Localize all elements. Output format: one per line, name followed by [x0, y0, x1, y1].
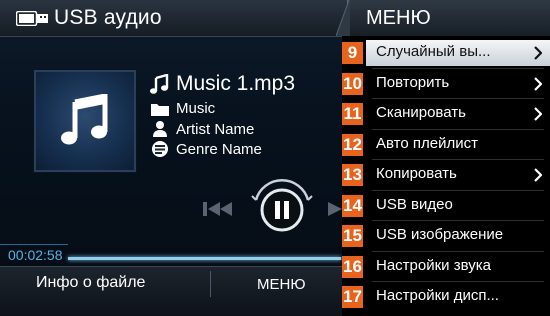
album-art	[34, 70, 136, 172]
menu-panel: 9 Случайный вы... 10 Повторить 11 Сканировать…	[342, 36, 550, 316]
menu-item-label: Повторить	[376, 73, 450, 91]
menu-item[interactable]: 13 Копировать	[342, 160, 550, 190]
menu-tab[interactable]: МЕНЮ	[212, 267, 347, 316]
menu-item-label: Настройки звука	[376, 256, 491, 274]
menu-header: МЕНЮ	[336, 0, 550, 36]
menu-item-number: 9	[342, 42, 363, 64]
music-note-icon	[61, 94, 108, 145]
menu-item[interactable]: 9 Случайный вы...	[342, 38, 550, 68]
genre-row: Genre Name	[150, 140, 262, 158]
menu-item-number: 15	[342, 225, 363, 247]
menu-item-label: Случайный вы...	[376, 43, 491, 60]
menu-item[interactable]: 14 USB видео	[342, 191, 550, 221]
menu-item-label: Сканировать	[376, 104, 466, 121]
music-note-icon	[150, 74, 169, 94]
chevron-right-icon	[534, 168, 542, 182]
folder-row: Music	[150, 100, 215, 117]
menu-tab-label: МЕНЮ	[257, 276, 306, 293]
previous-track-button[interactable]	[203, 200, 233, 218]
bottom-bar: Инфо о файле МЕНЮ	[0, 266, 347, 316]
chevron-right-icon	[534, 46, 542, 60]
menu-item[interactable]: 10 Повторить	[342, 69, 550, 99]
menu-item[interactable]: 15 USB изображение	[342, 221, 550, 251]
menu-item-label: USB видео	[376, 195, 453, 213]
menu-item-number: 11	[342, 103, 363, 125]
progress-fill	[68, 257, 342, 260]
track-title: Music 1.mp3	[176, 72, 296, 95]
genre-name: Genre Name	[176, 140, 262, 158]
menu-item[interactable]: 16 Настройки звука	[342, 252, 550, 282]
folder-icon	[151, 103, 169, 116]
menu-item-label: Настройки дисп...	[376, 287, 499, 304]
menu-item[interactable]: 11 Сканировать	[342, 99, 550, 129]
elapsed-time: 00:02:58	[8, 247, 63, 263]
menu-item[interactable]: 12 Авто плейлист	[342, 130, 550, 160]
usb-audio-screen: USB аудио МЕНЮ Music 1.mp3 Music Artist …	[0, 0, 550, 316]
menu-item-number: 10	[342, 72, 363, 95]
menu-item-number: 12	[342, 133, 363, 156]
menu-item-label: Копировать	[376, 165, 457, 182]
track-title-row: Music 1.mp3	[150, 72, 295, 96]
folder-name: Music	[176, 100, 216, 117]
menu-item[interactable]: 17 Настройки дисп...	[342, 282, 550, 312]
menu-item-number: 14	[342, 194, 363, 217]
file-info-tab[interactable]: Инфо о файле	[0, 267, 211, 316]
source-title: USB аудио	[54, 6, 162, 29]
progress-bar[interactable]	[68, 257, 347, 260]
progress-divider	[0, 244, 68, 245]
pause-button[interactable]	[246, 170, 318, 242]
usb-drive-icon	[16, 11, 48, 26]
person-icon	[153, 121, 167, 137]
menu-item-number: 16	[342, 255, 363, 278]
menu-item-number: 13	[342, 164, 363, 186]
menu-item-label: Авто плейлист	[376, 134, 478, 152]
menu-item-number: 17	[342, 286, 363, 308]
artist-name: Artist Name	[176, 120, 255, 138]
artist-row: Artist Name	[150, 120, 254, 138]
chevron-right-icon	[534, 107, 542, 121]
file-info-label: Инфо о файле	[36, 274, 146, 291]
menu-item-label: USB изображение	[376, 226, 504, 243]
menu-title: МЕНЮ	[366, 7, 431, 29]
genre-disc-icon	[152, 141, 168, 157]
chevron-right-icon	[534, 76, 542, 91]
